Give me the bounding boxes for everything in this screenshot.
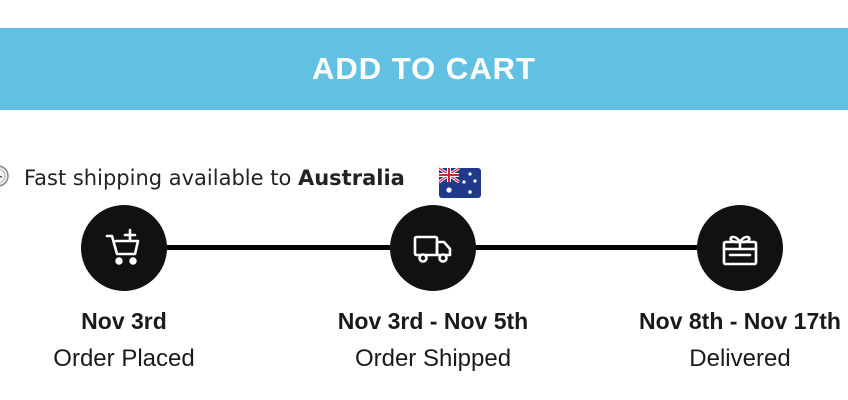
gift-icon [722,235,758,266]
step-date: Nov 3rd [81,308,167,334]
australia-flag-icon [438,167,481,198]
step-delivered-icon [697,205,783,291]
step-order-shipped-icon [390,205,476,291]
shipping-info: Fast shipping available to Australia [0,160,848,200]
truck-icon [413,235,452,263]
shipping-text: Fast shipping available to Australia [24,164,405,192]
step-date: Nov 3rd - Nov 5th [337,308,529,334]
step-label: Order Placed [53,345,195,372]
step-order-placed-icon [81,205,167,291]
shipping-country: Australia [297,166,405,190]
clock-icon [0,165,9,187]
step-date: Nov 8th - Nov 17th [639,308,841,334]
step-label: Delivered [689,345,791,372]
shipping-prefix: Fast shipping available to [24,166,298,190]
step-label: Order Shipped [354,345,512,372]
cart-add-icon [105,228,140,265]
add-to-cart-button[interactable]: ADD TO CART [0,28,848,110]
